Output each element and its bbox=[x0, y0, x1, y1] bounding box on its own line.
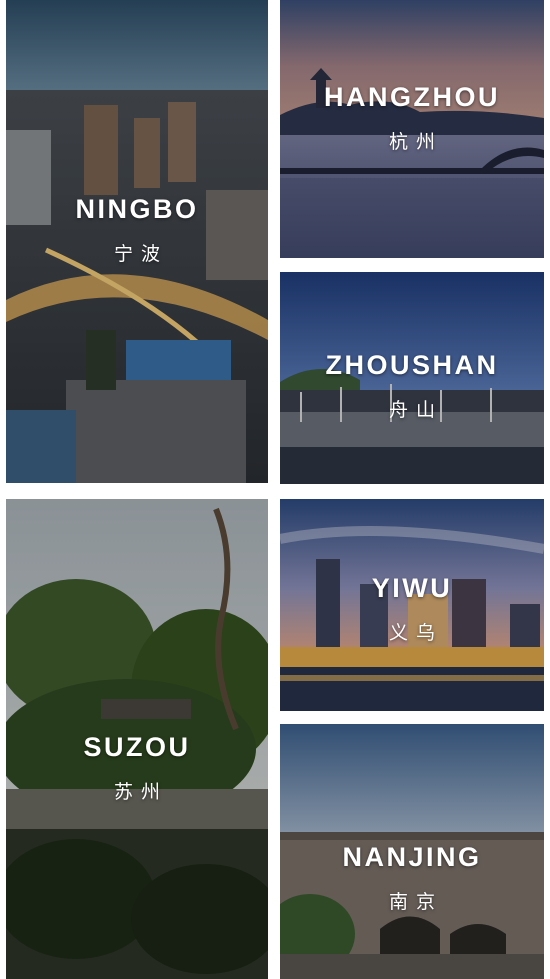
city-card-suzou[interactable]: SUZOU 苏州 bbox=[6, 499, 268, 979]
city-card-nanjing[interactable]: NANJING 南京 bbox=[280, 724, 544, 979]
city-name-cn: 南京 bbox=[388, 891, 443, 913]
city-name-cn: 宁波 bbox=[113, 243, 168, 265]
city-name-cn: 苏州 bbox=[113, 781, 168, 803]
city-name-en: ZHOUSHAN bbox=[325, 350, 499, 380]
city-name-cn: 杭州 bbox=[388, 131, 443, 153]
city-label-yiwu: YIWU 义乌 bbox=[280, 573, 544, 645]
city-label-nanjing: NANJING 南京 bbox=[280, 842, 544, 914]
city-name-en: NANJING bbox=[342, 842, 482, 872]
city-card-hangzhou[interactable]: HANGZHOU 杭州 bbox=[280, 0, 544, 258]
city-label-zhoushan: ZHOUSHAN 舟山 bbox=[280, 350, 544, 422]
city-name-cn: 舟山 bbox=[388, 399, 443, 421]
city-card-yiwu[interactable]: YIWU 义乌 bbox=[280, 499, 544, 711]
city-card-ningbo[interactable]: NINGBO 宁波 bbox=[6, 0, 268, 483]
city-label-hangzhou: HANGZHOU 杭州 bbox=[280, 82, 544, 154]
city-name-en: YIWU bbox=[371, 573, 453, 603]
city-label-ningbo: NINGBO 宁波 bbox=[6, 194, 268, 266]
city-card-zhoushan[interactable]: ZHOUSHAN 舟山 bbox=[280, 272, 544, 484]
city-name-en: HANGZHOU bbox=[324, 82, 500, 112]
city-name-en: NINGBO bbox=[75, 194, 199, 224]
city-name-en: SUZOU bbox=[83, 732, 191, 762]
city-label-suzou: SUZOU 苏州 bbox=[6, 732, 268, 804]
city-name-cn: 义乌 bbox=[388, 622, 443, 644]
